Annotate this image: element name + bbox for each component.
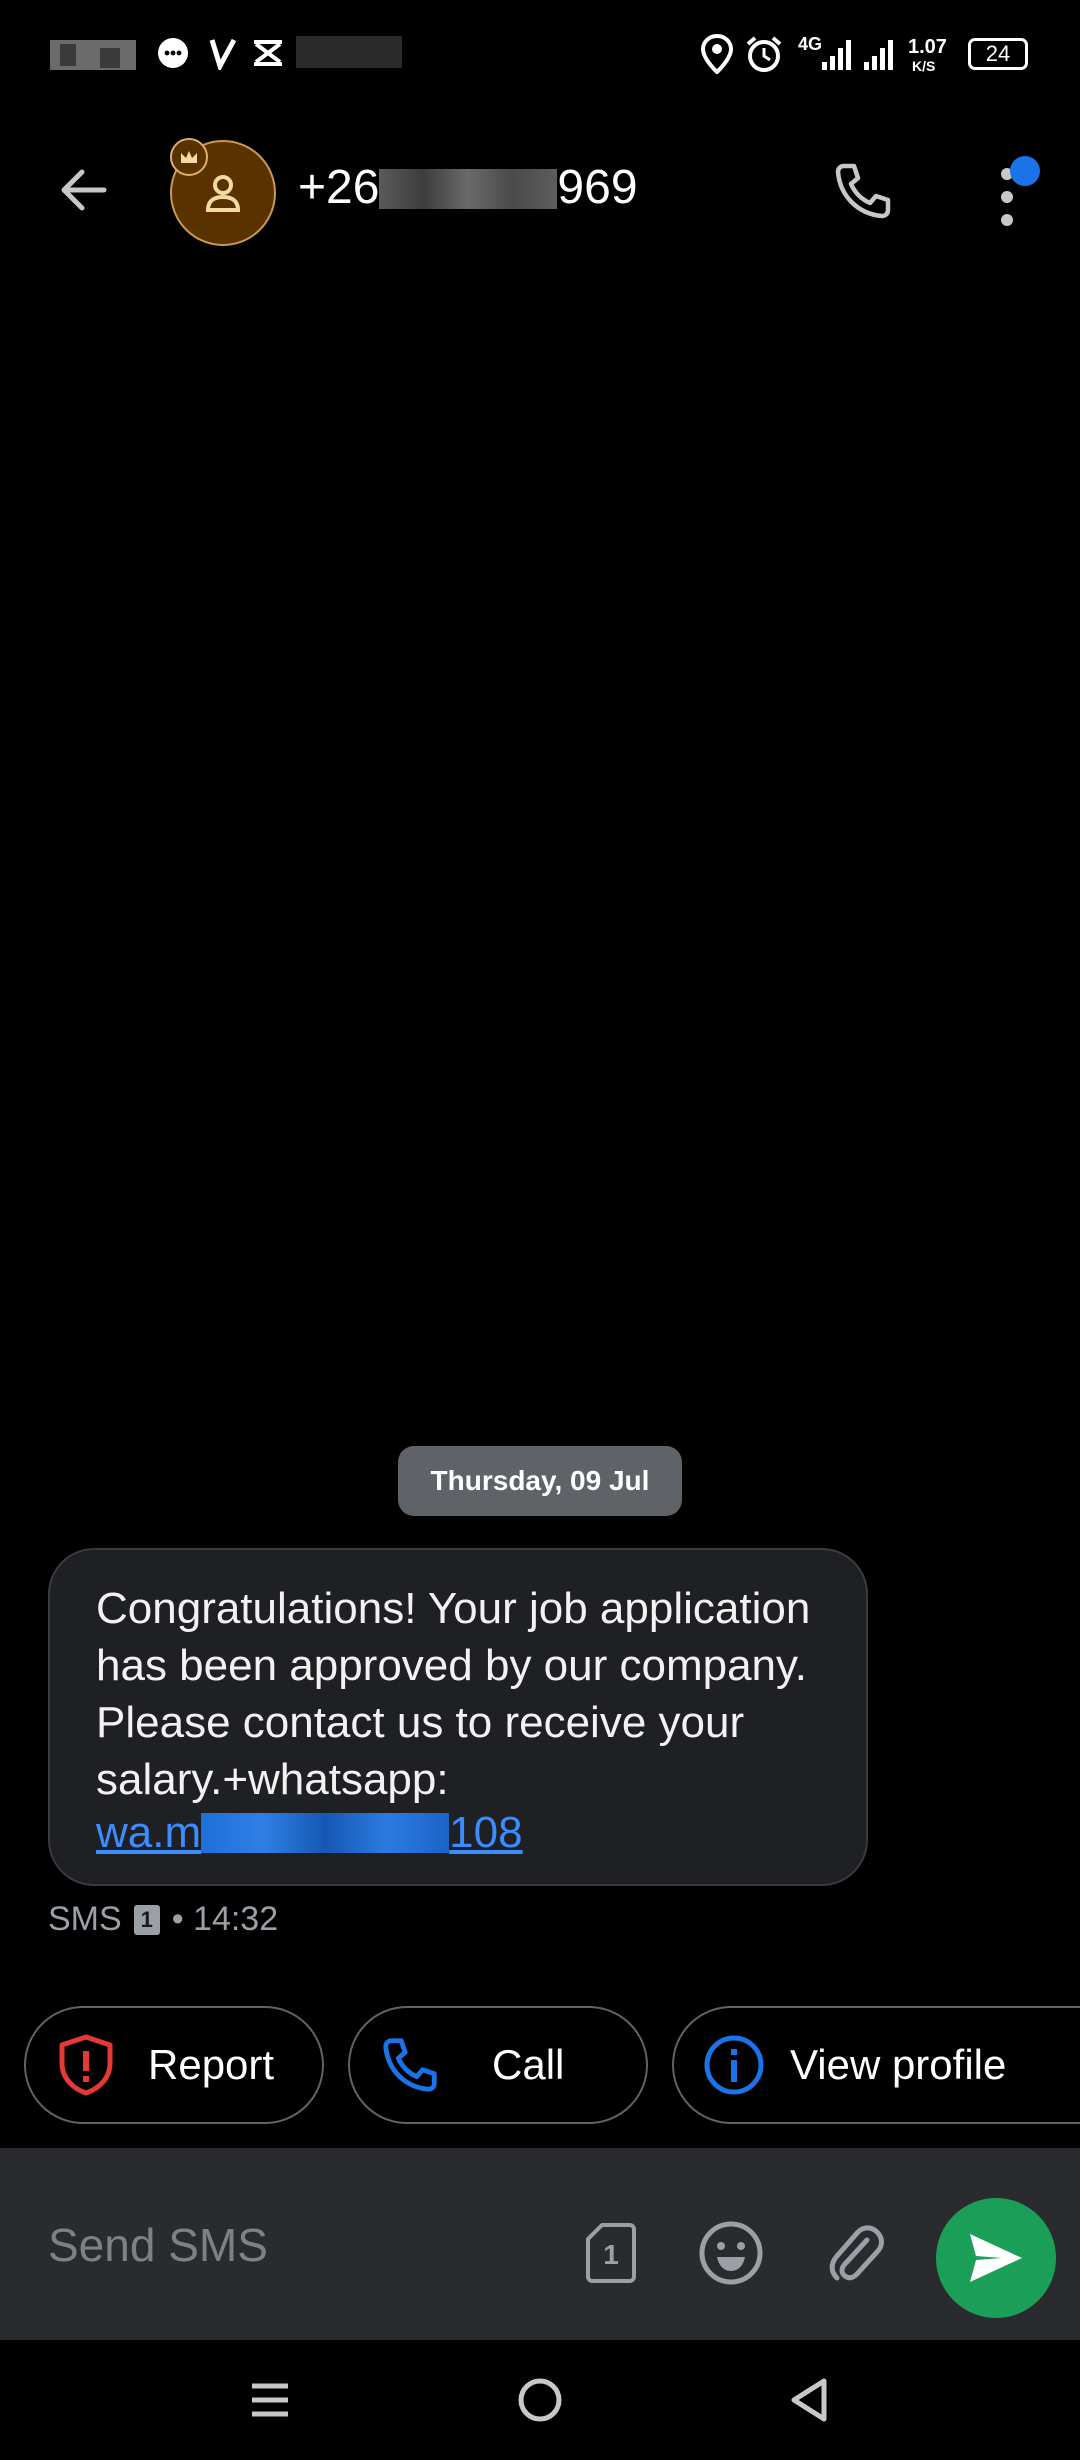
sim-icon: 1	[133, 1904, 160, 1935]
blurred-pixel	[100, 48, 120, 68]
report-label: Report	[148, 2041, 275, 2088]
blurred-pixel	[60, 44, 76, 66]
message-type: SMS	[48, 1900, 122, 1938]
home-icon[interactable]	[510, 2370, 570, 2430]
send-icon	[970, 2234, 1022, 2282]
signal-icon-1	[822, 40, 851, 70]
info-icon	[702, 2033, 766, 2097]
message-input[interactable]: Send SMS	[48, 2218, 268, 2272]
sim-select-icon[interactable]: 1	[576, 2218, 646, 2288]
attachment-icon[interactable]	[820, 2218, 890, 2288]
net-speed-unit: K/S	[912, 58, 936, 74]
contact-number-start: +26	[298, 161, 380, 214]
net-speed-value: 1.07	[908, 36, 947, 58]
blurred-notification	[296, 36, 402, 68]
status-bar: 4G 1.07 K/S 24	[0, 0, 1080, 100]
notification-dot	[1010, 156, 1040, 186]
person-icon	[205, 175, 241, 212]
message-time: • 14:32	[171, 1900, 279, 1938]
message-link[interactable]: wa.m 108	[96, 1808, 820, 1858]
send-button[interactable]	[936, 2198, 1056, 2318]
chat-bubble-icon	[158, 38, 188, 68]
redacted-link	[201, 1813, 450, 1853]
emoji-icon[interactable]	[696, 2218, 766, 2288]
link-start: wa.m	[96, 1808, 202, 1857]
back-arrow-icon[interactable]	[56, 162, 112, 218]
capcut-icon	[254, 40, 282, 66]
contact-number[interactable]: +26 969	[298, 160, 638, 215]
link-end: 108	[449, 1808, 523, 1857]
system-nav-bar	[0, 2340, 1080, 2460]
battery-level: 24	[985, 41, 1011, 66]
network-type: 4G	[798, 34, 823, 54]
signal-icon-2	[864, 40, 893, 70]
view-profile-button[interactable]: View profile	[672, 2006, 1080, 2124]
call-label: Call	[492, 2041, 565, 2088]
app-v-icon	[209, 38, 237, 70]
shield-alert-icon	[54, 2033, 118, 2097]
message-text: Congratulations! Your job application ha…	[96, 1584, 811, 1804]
premium-badge	[170, 138, 208, 176]
message-meta: SMS 1 • 14:32	[48, 1900, 278, 1939]
compose-sim-number: 1	[603, 2239, 619, 2270]
date-chip: Thursday, 09 Jul	[398, 1446, 682, 1516]
alarm-icon	[746, 36, 782, 72]
view-profile-label: View profile	[790, 2041, 1007, 2088]
menu-icon[interactable]	[240, 2370, 300, 2430]
call-button[interactable]: Call	[348, 2006, 648, 2124]
report-button[interactable]: Report	[24, 2006, 324, 2124]
location-icon	[700, 34, 734, 74]
redacted-digits	[379, 169, 558, 209]
crown-icon	[181, 151, 197, 163]
compose-bar: Send SMS 1	[0, 2148, 1080, 2340]
contact-number-end: 969	[557, 161, 638, 214]
phone-icon	[378, 2033, 442, 2097]
phone-icon[interactable]	[830, 158, 896, 224]
battery-icon: 24	[968, 38, 1028, 70]
back-triangle-icon[interactable]	[778, 2370, 838, 2430]
conversation-header: +26 969	[0, 120, 1080, 270]
message-bubble[interactable]: Congratulations! Your job application ha…	[48, 1548, 868, 1886]
